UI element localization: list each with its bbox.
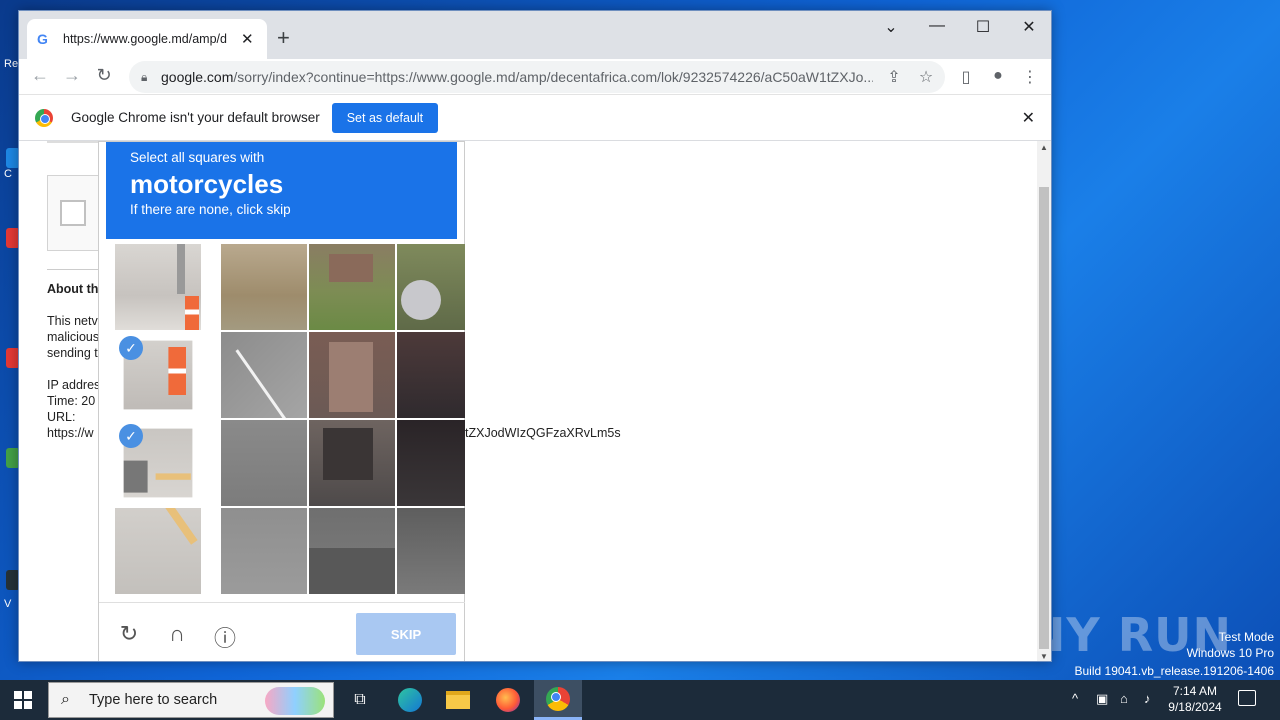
captcha-tile[interactable]	[397, 332, 465, 418]
captcha-tile[interactable]	[397, 244, 465, 330]
notification-icon[interactable]	[1238, 690, 1256, 706]
captcha-tile[interactable]	[309, 244, 395, 330]
firefox-icon[interactable]	[484, 680, 532, 720]
profile-avatar-icon[interactable]: ●	[987, 67, 1009, 85]
chrome-logo-icon	[35, 108, 53, 127]
google-favicon-icon: G	[37, 31, 48, 47]
page-paragraph-line: malicious	[47, 330, 100, 344]
url-host: google.com	[161, 69, 234, 85]
info-icon[interactable]: ⓘ	[211, 621, 239, 653]
scrollbar-thumb[interactable]	[1039, 187, 1049, 649]
desktop-label: C	[4, 168, 12, 180]
page-paragraph-line: This netv	[47, 314, 98, 328]
sysinfo-line: Test Mode	[1218, 630, 1274, 644]
captcha-footer: ↻ ∩ ⓘ SKIP	[99, 602, 465, 661]
captcha-tile[interactable]	[221, 332, 307, 418]
minimize-button[interactable]: —	[917, 17, 957, 35]
captcha-tile[interactable]	[115, 244, 201, 330]
skip-button[interactable]: SKIP	[356, 613, 456, 655]
captcha-header: Select all squares with motorcycles If t…	[106, 142, 457, 239]
search-highlight-icon	[265, 687, 325, 715]
volume-icon[interactable]: ♪	[1144, 691, 1151, 706]
captcha-tile[interactable]	[221, 420, 307, 506]
captcha-tile[interactable]	[397, 508, 465, 594]
side-panel-icon[interactable]: ▯	[955, 67, 977, 87]
page-heading: About th	[47, 282, 99, 296]
selected-check-icon: ✓	[119, 424, 143, 448]
captcha-instruction: Select all squares with	[130, 150, 265, 165]
scroll-up-icon[interactable]: ▲	[1040, 143, 1048, 152]
bookmark-star-icon[interactable]: ☆	[915, 67, 937, 87]
tray-device-icon[interactable]: ▣	[1096, 691, 1108, 707]
url-path: /sorry/index?continue=https://www.google…	[233, 69, 874, 85]
clock-time: 7:14 AM	[1172, 684, 1218, 698]
tab-strip: G https://www.google.md/amp/d ✕ + ⌄ — ☐ …	[19, 11, 1051, 59]
menu-kebab-icon[interactable]: ⋮	[1019, 67, 1041, 87]
captcha-tile[interactable]	[221, 508, 307, 594]
page-meta-line: URL:	[47, 410, 76, 424]
infobar-close-icon[interactable]: ✕	[1022, 108, 1035, 128]
search-icon: ⌕	[61, 691, 70, 708]
infobar-message: Google Chrome isn't your default browser	[71, 110, 320, 125]
captcha-target: motorcycles	[130, 169, 284, 199]
browser-toolbar: ← → ↻ 🔒︎ google.com /sorry/index?continu…	[19, 59, 1051, 95]
taskbar-clock[interactable]: 7:14 AM 9/18/2024	[1160, 683, 1230, 715]
captcha-challenge: Select all squares with motorcycles If t…	[98, 141, 465, 661]
search-placeholder: Type here to search	[89, 692, 218, 708]
page-content: About th This netv malicious sending t I…	[19, 141, 1051, 661]
captcha-tile[interactable]	[309, 420, 395, 506]
captcha-tile[interactable]	[309, 508, 395, 594]
windows-start-icon[interactable]	[14, 691, 32, 709]
tab-search-icon[interactable]: ⌄	[871, 17, 911, 37]
page-scrollbar[interactable]: ▲ ▼	[1037, 141, 1051, 661]
tab-active[interactable]: G https://www.google.md/amp/d ✕	[27, 19, 267, 59]
selected-check-icon: ✓	[119, 336, 143, 360]
page-meta-line: Time: 20	[47, 394, 96, 408]
captcha-image-grid: ✓ ✓	[99, 244, 465, 594]
scroll-down-icon[interactable]: ▼	[1040, 652, 1048, 661]
tray-overflow-icon[interactable]: ^	[1072, 691, 1078, 706]
task-view-icon[interactable]: ⧉	[336, 680, 384, 720]
recaptcha-checkbox[interactable]	[60, 200, 86, 226]
new-tab-button[interactable]: +	[277, 25, 290, 51]
sysinfo-line: Build 19041.vb_release.191206-1406	[1074, 664, 1275, 678]
desktop-label: V	[4, 598, 12, 610]
sysinfo-line: Windows 10 Pro	[1186, 646, 1274, 660]
clock-date: 9/18/2024	[1168, 700, 1222, 714]
audio-challenge-icon[interactable]: ∩	[163, 621, 191, 647]
chrome-taskbar-icon[interactable]	[534, 680, 582, 720]
taskbar-search-box[interactable]: ⌕ Type here to search	[48, 682, 334, 718]
desktop-label: Re	[4, 58, 19, 70]
file-explorer-icon[interactable]	[434, 680, 482, 720]
reload-challenge-icon[interactable]: ↻	[115, 621, 143, 647]
page-url-tail: tZXJodWIzQGFzaXRvLm5s	[465, 426, 621, 440]
tab-close-icon[interactable]: ✕	[241, 30, 254, 48]
share-icon[interactable]: ⇪	[883, 67, 905, 87]
maximize-button[interactable]: ☐	[963, 17, 1003, 37]
captcha-tile[interactable]	[221, 244, 307, 330]
network-icon[interactable]: ⌂	[1120, 691, 1128, 706]
captcha-tile[interactable]	[397, 420, 465, 506]
page-meta-line: IP addres	[47, 378, 101, 392]
browser-window: G https://www.google.md/amp/d ✕ + ⌄ — ☐ …	[18, 10, 1052, 662]
captcha-tile[interactable]	[115, 508, 201, 594]
address-bar[interactable]: 🔒︎ google.com /sorry/index?continue=http…	[129, 61, 945, 93]
set-default-button[interactable]: Set as default	[331, 102, 439, 133]
page-paragraph-line: sending t	[47, 346, 98, 360]
forward-icon[interactable]: →	[61, 65, 83, 86]
close-window-button[interactable]: ✕	[1009, 17, 1049, 37]
taskbar: ⌕ Type here to search ⧉ ^ ▣ ⌂ ♪ 7:14 AM …	[0, 680, 1280, 720]
page-meta-line: https://w	[47, 426, 94, 440]
reload-icon[interactable]: ↻	[93, 65, 115, 86]
back-icon[interactable]: ←	[29, 65, 51, 86]
captcha-tile[interactable]	[309, 332, 395, 418]
default-browser-infobar: Google Chrome isn't your default browser…	[19, 95, 1051, 141]
edge-icon[interactable]	[386, 680, 434, 720]
captcha-hint: If there are none, click skip	[130, 202, 291, 217]
tab-title: https://www.google.md/amp/d	[63, 32, 227, 46]
lock-icon[interactable]: 🔒︎	[141, 70, 157, 85]
